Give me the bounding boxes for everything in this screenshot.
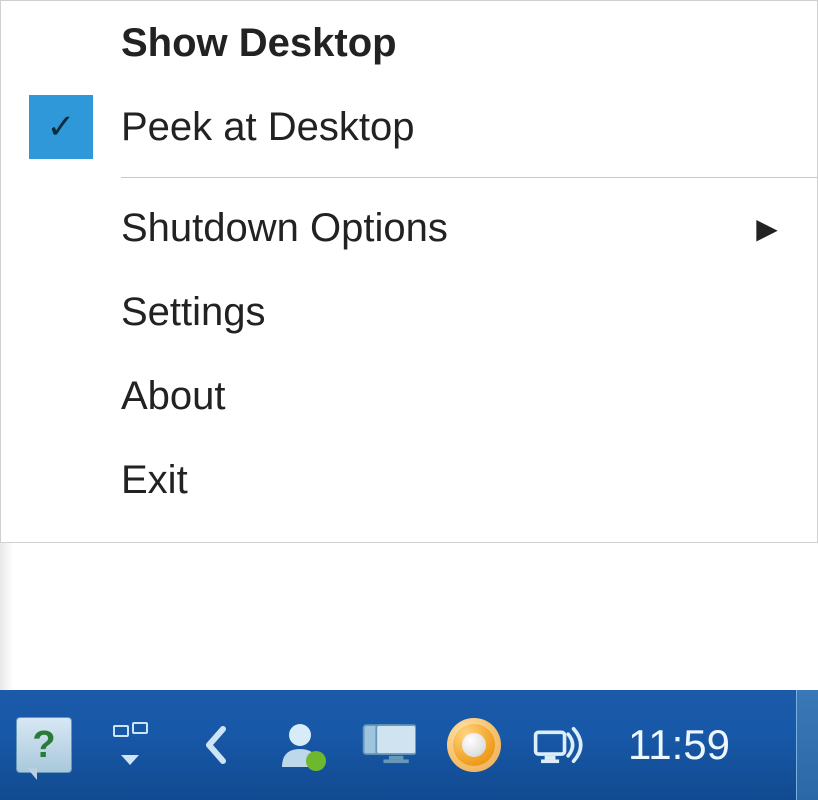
menu-item-exit[interactable]: Exit bbox=[1, 438, 817, 522]
show-desktop-button[interactable] bbox=[796, 690, 818, 800]
monitor-icon[interactable] bbox=[360, 717, 416, 773]
check-column bbox=[1, 186, 121, 270]
check-icon: ✓ bbox=[47, 107, 76, 147]
menu-item-peek-at-desktop[interactable]: ✓ Peek at Desktop bbox=[1, 85, 817, 169]
taskbar-clock[interactable]: 11:59 bbox=[628, 721, 730, 769]
check-column bbox=[1, 270, 121, 354]
help-icon[interactable]: ? bbox=[16, 717, 72, 773]
checked-indicator: ✓ bbox=[29, 95, 93, 159]
check-column bbox=[1, 1, 121, 85]
menu-item-show-desktop[interactable]: Show Desktop bbox=[1, 1, 817, 85]
chevron-left-icon[interactable] bbox=[188, 717, 244, 773]
menu-item-label: Peek at Desktop bbox=[121, 105, 415, 150]
check-column bbox=[1, 438, 121, 522]
menu-item-settings[interactable]: Settings bbox=[1, 270, 817, 354]
circle-app-icon[interactable] bbox=[446, 717, 502, 773]
menu-item-about[interactable]: About bbox=[1, 354, 817, 438]
network-volume-icon[interactable] bbox=[532, 717, 588, 773]
check-column bbox=[1, 354, 121, 438]
context-menu: Show Desktop ✓ Peek at Desktop Shutdown … bbox=[0, 0, 818, 543]
menu-separator bbox=[121, 177, 817, 178]
overflow-icon[interactable] bbox=[102, 717, 158, 773]
menu-item-label: About bbox=[121, 374, 226, 419]
menu-item-label: Settings bbox=[121, 290, 266, 335]
check-column: ✓ bbox=[1, 85, 121, 169]
person-icon[interactable] bbox=[274, 717, 330, 773]
menu-item-label: Shutdown Options bbox=[121, 206, 448, 251]
menu-item-label: Exit bbox=[121, 458, 188, 503]
menu-item-label: Show Desktop bbox=[121, 21, 397, 66]
taskbar: ? bbox=[0, 690, 818, 800]
submenu-arrow-icon: ▶ bbox=[756, 212, 778, 245]
menu-item-shutdown-options[interactable]: Shutdown Options ▶ bbox=[1, 186, 817, 270]
